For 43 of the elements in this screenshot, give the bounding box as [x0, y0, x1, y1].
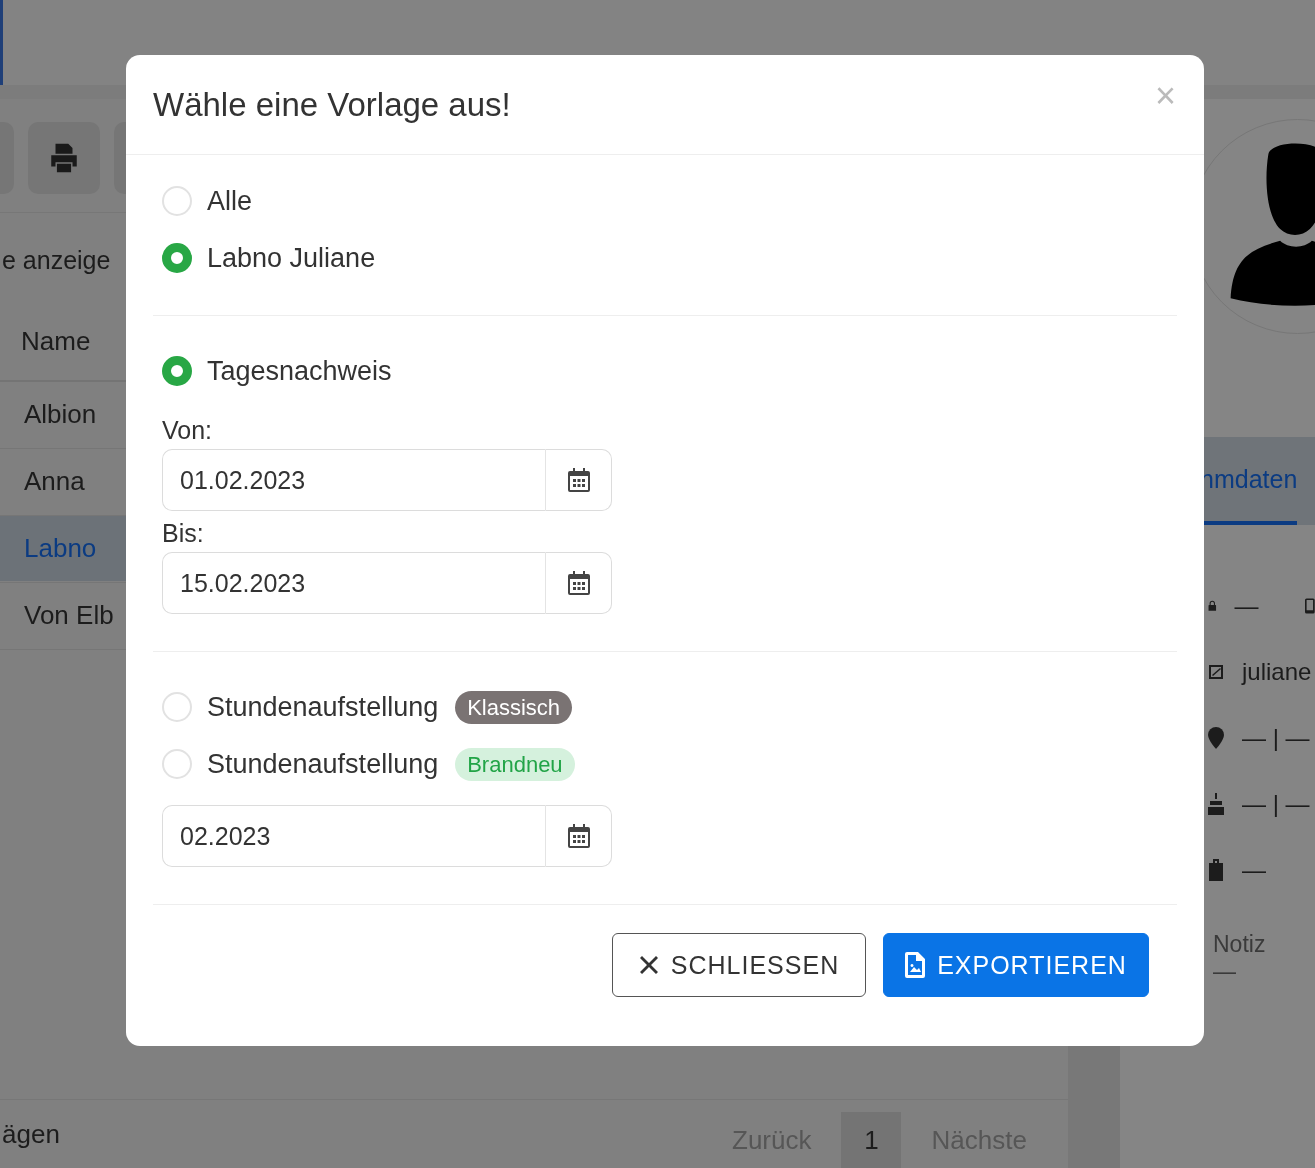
version-badge: Klassisch: [455, 690, 573, 724]
column-header: Name: [21, 326, 91, 356]
calendar-button[interactable]: [546, 805, 612, 867]
table-cell[interactable]: Albion: [0, 382, 126, 447]
option-label[interactable]: Tagesnachweis: [207, 355, 392, 387]
note-label: Notiz: [1213, 931, 1267, 958]
close-dialog-button[interactable]: SCHLIESSEN: [612, 933, 866, 997]
page-button[interactable]: 1: [841, 1112, 902, 1168]
field-label: Von:: [162, 415, 214, 446]
calendar-icon: [566, 823, 591, 849]
dialog-title: Wähle eine Vorlage aus!: [153, 85, 511, 124]
radio-button[interactable]: [162, 356, 192, 386]
map-pin-icon: [1208, 727, 1224, 749]
detail-text: —: [1234, 592, 1259, 620]
calendar-button[interactable]: [546, 449, 612, 511]
footer-text: ägen: [2, 1118, 61, 1150]
table-cell[interactable]: Von Elb: [0, 583, 126, 648]
detail-text: juliane: [1242, 658, 1312, 686]
option-label[interactable]: Alle: [207, 185, 253, 217]
briefcase-icon: [1208, 859, 1224, 881]
detail-text: — | —: [1242, 724, 1310, 752]
version-badge: Brandneu: [455, 747, 575, 781]
option-label[interactable]: Stundenaufstellung: [207, 691, 439, 723]
calendar-button[interactable]: [546, 552, 612, 614]
table-cell[interactable]: Anna: [0, 449, 126, 514]
document-icon: [905, 952, 926, 978]
option-label[interactable]: Labno Juliane: [207, 242, 376, 274]
option-label[interactable]: Stundenaufstellung: [207, 748, 439, 780]
calendar-icon: [566, 467, 591, 493]
detail-text: —: [1242, 856, 1266, 884]
x-icon: [638, 955, 659, 975]
note-value: —: [1213, 958, 1237, 985]
export-button[interactable]: EXPORTIEREN: [883, 933, 1149, 997]
calendar-icon: [566, 570, 591, 596]
entries-label: e anzeige: [2, 246, 111, 274]
radio-button[interactable]: [162, 243, 192, 273]
date-input[interactable]: 15.02.2023: [162, 552, 546, 614]
print-button[interactable]: [28, 122, 100, 194]
cake-icon: [1208, 793, 1224, 815]
field-label: Bis:: [162, 518, 205, 549]
date-input[interactable]: 01.02.2023: [162, 449, 546, 511]
detail-text: — | —: [1242, 790, 1310, 818]
date-input[interactable]: 02.2023: [162, 805, 546, 867]
